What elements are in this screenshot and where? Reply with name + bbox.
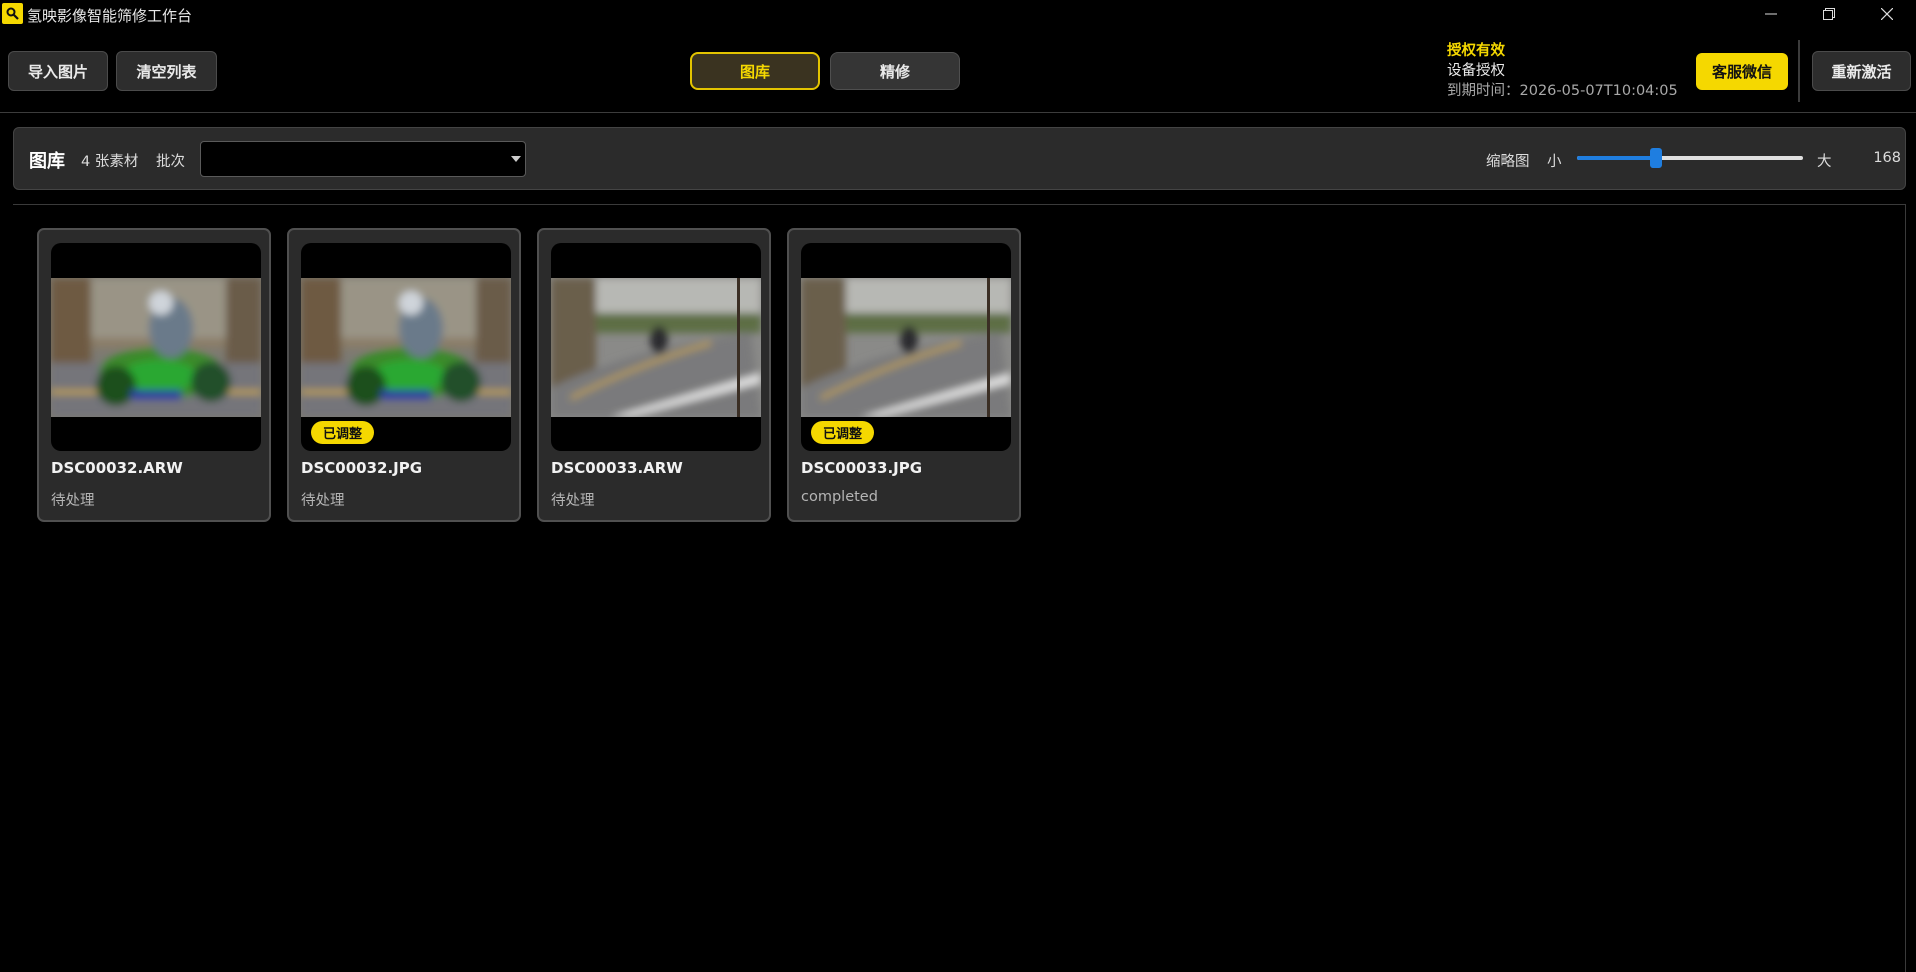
reactivate-button[interactable]: 重新激活 bbox=[1812, 51, 1911, 91]
minimize-button[interactable] bbox=[1748, 0, 1794, 28]
thumbnail-size-value: 168 bbox=[1873, 150, 1901, 166]
asset-card[interactable]: 已调整 DSC00033.JPG completed bbox=[787, 228, 1021, 522]
library-title: 图库 bbox=[29, 151, 65, 172]
license-status: 授权有效 bbox=[1447, 43, 1505, 59]
title-bar: 氢映影像智能筛修工作台 bbox=[0, 0, 1916, 28]
file-name: DSC00032.JPG bbox=[301, 459, 423, 477]
asset-card[interactable]: 已调整 DSC00032.JPG 待处理 bbox=[287, 228, 521, 522]
toolbar-divider bbox=[1798, 40, 1800, 102]
batch-dropdown[interactable] bbox=[200, 141, 526, 177]
header-divider bbox=[0, 112, 1916, 113]
size-small-label: 小 bbox=[1547, 154, 1562, 170]
minimize-icon bbox=[1765, 13, 1777, 15]
size-large-label: 大 bbox=[1817, 154, 1832, 170]
close-button[interactable] bbox=[1864, 0, 1910, 28]
slider-fill bbox=[1577, 156, 1657, 160]
file-status: 待处理 bbox=[551, 493, 595, 509]
clear-list-button[interactable]: 清空列表 bbox=[116, 51, 217, 91]
import-images-button[interactable]: 导入图片 bbox=[8, 51, 108, 91]
thumbnail-frame bbox=[301, 243, 511, 451]
file-name: DSC00032.ARW bbox=[51, 459, 183, 477]
file-status: completed bbox=[801, 489, 878, 505]
window-title: 氢映影像智能筛修工作台 bbox=[27, 7, 193, 25]
thumbnail-image bbox=[551, 278, 761, 417]
license-info: 授权有效 设备授权 到期时间：2026-05-07T10:04:05 bbox=[1447, 41, 1678, 101]
library-header: 图库 4 张素材 批次 缩略图 小 大 168 bbox=[13, 127, 1906, 190]
file-status: 待处理 bbox=[301, 493, 345, 509]
chevron-down-icon bbox=[511, 156, 521, 162]
file-status: 待处理 bbox=[51, 493, 95, 509]
asset-count: 4 张素材 bbox=[81, 154, 139, 170]
thumbnail-image bbox=[301, 278, 511, 417]
tab-library[interactable]: 图库 bbox=[690, 52, 820, 90]
asset-card[interactable]: DSC00032.ARW 待处理 bbox=[37, 228, 271, 522]
adjusted-badge: 已调整 bbox=[311, 421, 375, 444]
close-icon bbox=[1881, 8, 1893, 20]
asset-card[interactable]: DSC00033.ARW 待处理 bbox=[537, 228, 771, 522]
batch-label: 批次 bbox=[156, 154, 185, 170]
thumbnail-image bbox=[801, 278, 1011, 417]
file-name: DSC00033.ARW bbox=[551, 459, 683, 477]
tab-retouch[interactable]: 精修 bbox=[830, 52, 960, 90]
thumbnail-frame bbox=[801, 243, 1011, 451]
app-logo-icon bbox=[2, 3, 23, 24]
license-type: 设备授权 bbox=[1447, 63, 1505, 79]
thumbnail-frame bbox=[551, 243, 761, 451]
thumbnail-image bbox=[51, 278, 261, 417]
thumbnail-size-label: 缩略图 bbox=[1486, 154, 1530, 170]
file-name: DSC00033.JPG bbox=[801, 459, 923, 477]
restore-icon bbox=[1823, 8, 1835, 20]
adjusted-badge: 已调整 bbox=[811, 421, 875, 444]
slider-handle[interactable] bbox=[1650, 148, 1663, 168]
license-expiry: 到期时间：2026-05-07T10:04:05 bbox=[1447, 83, 1678, 99]
thumbnail-frame bbox=[51, 243, 261, 451]
customer-wechat-button[interactable]: 客服微信 bbox=[1696, 53, 1788, 90]
thumbnail-size-slider[interactable] bbox=[1577, 148, 1803, 168]
restore-button[interactable] bbox=[1806, 0, 1852, 28]
